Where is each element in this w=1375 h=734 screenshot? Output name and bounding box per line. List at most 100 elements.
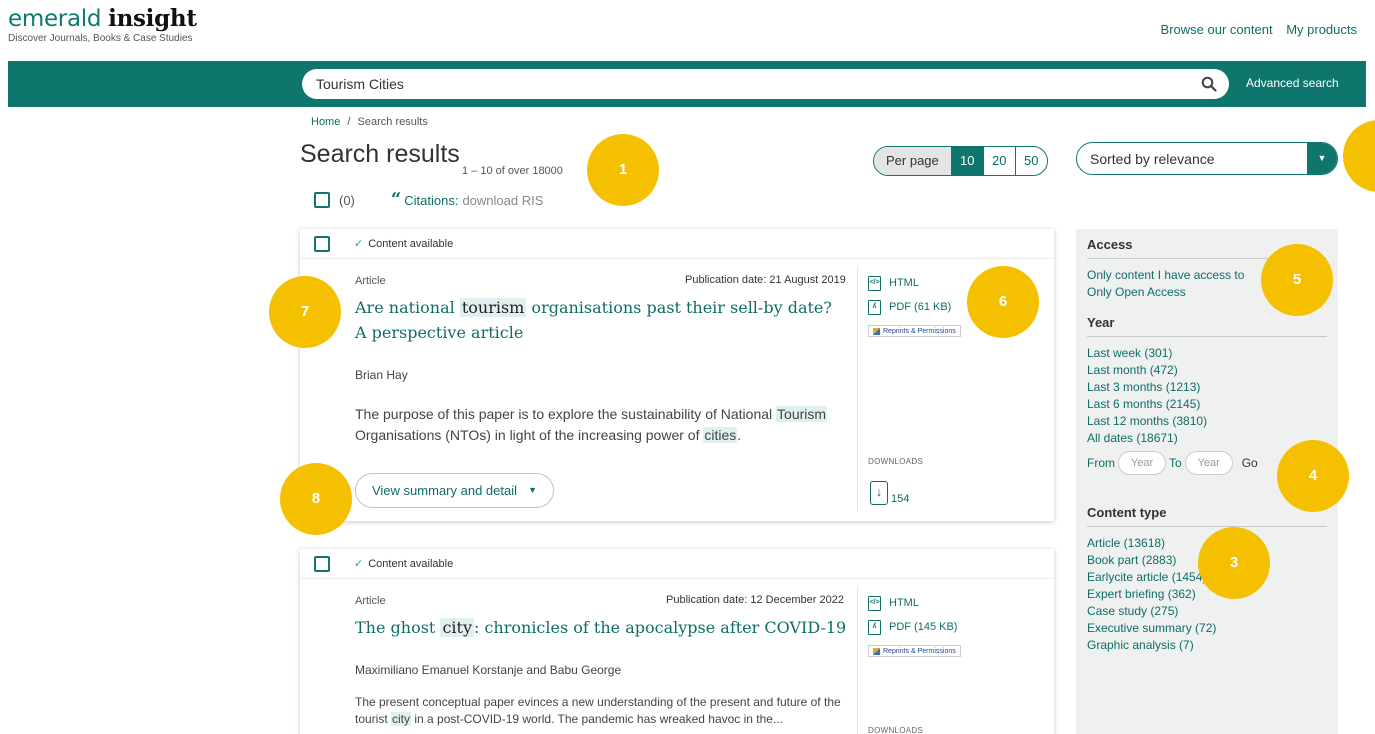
facet-item-year[interactable]: Last week (301) xyxy=(1087,345,1327,362)
result-authors: Maximiliano Emanuel Korstanje and Babu G… xyxy=(355,663,622,677)
citations-download-link[interactable]: “ Citations: download RIS xyxy=(390,189,544,210)
reprints-label: Reprints & Permissions xyxy=(883,327,956,335)
pdf-file-icon: ʎ xyxy=(868,619,881,635)
title-highlight: tourism xyxy=(459,298,527,317)
logo[interactable]: emerald insight Discover Journals, Books… xyxy=(8,5,197,45)
abstract-text: . xyxy=(737,427,742,443)
result-count: 1 – 10 of over 18000 xyxy=(462,165,563,177)
quote-icon: “ xyxy=(390,189,402,210)
result-checkbox[interactable] xyxy=(314,556,330,572)
html-link[interactable]: </> HTML xyxy=(868,271,961,295)
breadcrumb-current: Search results xyxy=(357,116,428,128)
search-box xyxy=(302,69,1229,99)
year-facet-list: Last week (301) Last month (472) Last 3 … xyxy=(1087,345,1327,447)
availability-label: Content available xyxy=(368,238,454,250)
facet-item-content-type[interactable]: Expert briefing (362) xyxy=(1087,586,1327,603)
reprints-icon xyxy=(873,327,880,335)
annotation-badge: 6 xyxy=(967,266,1039,338)
html-file-icon: </> xyxy=(868,275,881,291)
summary-button-label: View summary and detail xyxy=(372,483,517,498)
card-header: ✓ Content available xyxy=(300,229,1054,259)
abstract-text: Organisations (NTOs) in light of the inc… xyxy=(355,427,704,443)
annotation-badge: 1 xyxy=(587,134,659,206)
top-nav: Browse our content My products xyxy=(1151,22,1357,37)
sort-dropdown[interactable]: Sorted by relevance ▼ xyxy=(1076,142,1338,175)
html-link[interactable]: </> HTML xyxy=(868,591,961,615)
facet-item-year[interactable]: Last month (472) xyxy=(1087,362,1327,379)
selected-count: (0) xyxy=(339,192,355,208)
advanced-search-link[interactable]: Advanced search xyxy=(1246,76,1339,90)
downloads-label: DOWNLOADS xyxy=(868,726,924,734)
per-page-selector: Per page 10 20 50 xyxy=(873,146,1048,176)
my-products-link[interactable]: My products xyxy=(1286,22,1357,37)
result-authors: Brian Hay xyxy=(355,368,408,382)
facet-item-year[interactable]: Last 3 months (1213) xyxy=(1087,379,1327,396)
per-page-option-50[interactable]: 50 xyxy=(1014,147,1047,175)
availability-status: ✓ Content available xyxy=(354,237,453,250)
abstract-text: in a post-COVID-19 world. The pandemic h… xyxy=(411,712,783,726)
breadcrumb-separator: / xyxy=(347,116,351,128)
year-to-input[interactable]: Year xyxy=(1184,451,1233,475)
check-icon: ✓ xyxy=(354,558,364,570)
facet-item-content-type[interactable]: Case study (275) xyxy=(1087,603,1327,620)
abstract-highlight: cities xyxy=(703,427,738,443)
per-page-option-20[interactable]: 20 xyxy=(982,147,1015,175)
card-header: ✓ Content available xyxy=(300,549,1054,579)
year-from-input[interactable]: Year xyxy=(1118,451,1166,475)
format-links: </> HTML ʎ PDF (61 KB) Reprints & Permissi… xyxy=(868,271,961,340)
publication-date: Publication date: 21 August 2019 xyxy=(685,274,846,286)
facet-item-content-type[interactable]: Executive summary (72) xyxy=(1087,620,1327,637)
chevron-down-icon: ▼ xyxy=(528,485,537,495)
annotation-badge: 4 xyxy=(1277,440,1349,512)
result-checkbox[interactable] xyxy=(314,236,330,252)
chevron-down-icon[interactable]: ▼ xyxy=(1307,143,1337,174)
facet-item-year[interactable]: All dates (18671) xyxy=(1087,430,1327,447)
result-title-link[interactable]: The ghost city: chronicles of the apocal… xyxy=(355,615,855,640)
pdf-file-icon: ʎ xyxy=(868,299,881,315)
reprints-label: Reprints & Permissions xyxy=(883,647,956,655)
abstract-highlight: Tourism xyxy=(776,406,828,422)
html-label: HTML xyxy=(889,597,919,609)
card-divider xyxy=(857,267,858,511)
pdf-label: PDF (61 KB) xyxy=(889,301,952,313)
abstract-text: The purpose of this paper is to explore … xyxy=(355,406,777,422)
reprints-permissions-button[interactable]: Reprints & Permissions xyxy=(868,645,961,657)
browse-content-link[interactable]: Browse our content xyxy=(1161,22,1273,37)
facet-item-year[interactable]: Last 6 months (2145) xyxy=(1087,396,1327,413)
sort-selected-value: Sorted by relevance xyxy=(1090,151,1215,167)
facet-item-content-type[interactable]: Graphic analysis (7) xyxy=(1087,637,1327,654)
per-page-label: Per page xyxy=(874,147,951,175)
logo-bold-text: insight xyxy=(108,5,197,32)
reprints-permissions-button[interactable]: Reprints & Permissions xyxy=(868,325,961,337)
search-input[interactable] xyxy=(316,69,1176,99)
downloads-label: DOWNLOADS xyxy=(868,457,924,466)
pdf-link[interactable]: ʎ PDF (61 KB) xyxy=(868,295,961,319)
annotation-badge: 7 xyxy=(269,276,341,348)
html-label: HTML xyxy=(889,277,919,289)
result-abstract: The present conceptual paper evinces a n… xyxy=(355,694,845,728)
result-card: ✓ Content available Article Publication d… xyxy=(300,549,1054,734)
pdf-label: PDF (145 KB) xyxy=(889,621,958,633)
facet-item-year[interactable]: Last 12 months (3810) xyxy=(1087,413,1327,430)
search-icon[interactable] xyxy=(1201,76,1217,92)
title-highlight: city xyxy=(440,618,474,637)
annotation-badge: 8 xyxy=(280,463,352,535)
select-all-checkbox[interactable] xyxy=(314,192,330,208)
citations-label: Citations: xyxy=(404,192,459,208)
annotation-badge-partial xyxy=(1343,120,1375,192)
per-page-option-10[interactable]: 10 xyxy=(950,147,983,175)
view-summary-button[interactable]: View summary and detail ▼ xyxy=(355,473,554,508)
result-title-link[interactable]: Are national tourism organisations past … xyxy=(355,295,835,345)
year-from-label: From xyxy=(1087,456,1115,470)
downloads-number: 154 xyxy=(891,493,910,505)
year-facet-title: Year xyxy=(1087,315,1327,337)
year-go-button[interactable]: Go xyxy=(1242,456,1258,470)
reprints-icon xyxy=(873,647,880,655)
publication-date: Publication date: 12 December 2022 xyxy=(666,594,844,606)
download-icon: ↓ xyxy=(870,481,888,505)
availability-status: ✓ Content available xyxy=(354,557,453,570)
breadcrumb: Home / Search results xyxy=(311,116,428,128)
pdf-link[interactable]: ʎ PDF (145 KB) xyxy=(868,615,961,639)
format-links: </> HTML ʎ PDF (145 KB) Reprints & Permiss… xyxy=(868,591,961,660)
breadcrumb-home[interactable]: Home xyxy=(311,116,340,128)
